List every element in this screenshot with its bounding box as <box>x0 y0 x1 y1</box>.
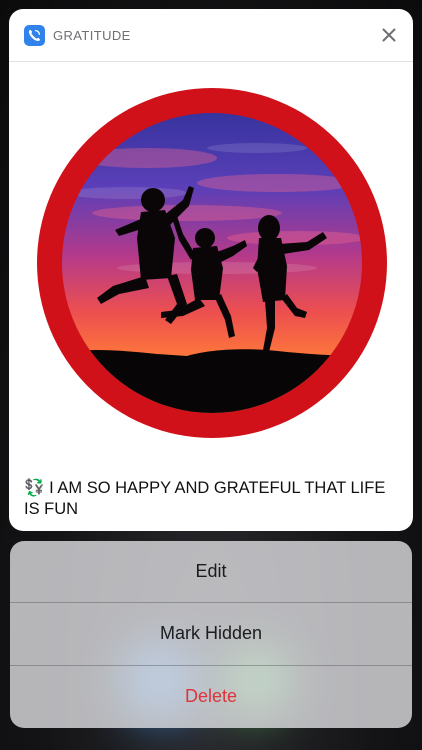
gratitude-photo <box>37 88 387 438</box>
action-sheet: Edit Mark Hidden Delete <box>10 541 412 728</box>
close-icon[interactable] <box>379 25 399 45</box>
mark-hidden-button[interactable]: Mark Hidden <box>10 603 412 666</box>
screen: GRATITUDE 💱 I AM SO HAPPY AND GRATEFUL T… <box>0 0 422 750</box>
app-name: GRATITUDE <box>53 27 131 43</box>
gratitude-caption: 💱 I AM SO HAPPY AND GRATEFUL THAT LIFE I… <box>24 479 386 518</box>
notification-card[interactable]: GRATITUDE 💱 I AM SO HAPPY AND GRATEFUL T… <box>9 9 413 531</box>
delete-button[interactable]: Delete <box>10 666 412 728</box>
edit-button[interactable]: Edit <box>10 541 412 604</box>
phone-swirl-icon <box>24 24 45 46</box>
notification-header: GRATITUDE <box>9 9 413 62</box>
